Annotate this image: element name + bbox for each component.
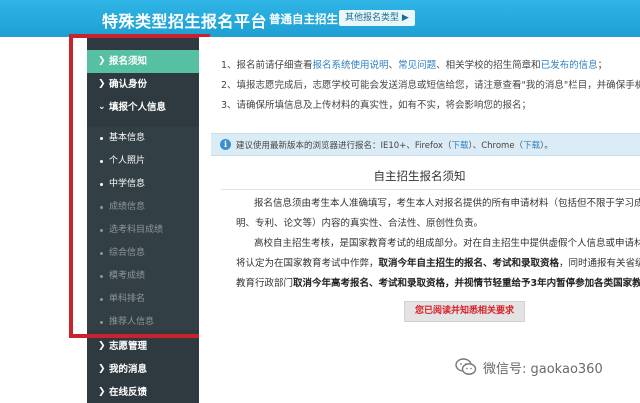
faq-link[interactable]: 常见问题 [398,60,436,71]
para-text: 教育行政部门 [236,278,294,289]
notice-line-2: 2、填报志愿完成后，志愿学校可能会发送消息或短信给您，请注意查看"我的消息"栏目… [221,80,640,91]
sidebar-item-my-messages[interactable]: ❯ 我的消息 [87,358,199,381]
paragraph-1-line-1: 报名信息须由考生本人准确填写，考生本人对报名提供的所有申请材料（包括但不限于学习… [254,198,640,209]
notice-line-3: 3、请确保所填信息及上传材料的真实性，如有不实，将会影响您的报名； [221,100,532,111]
divider [221,189,640,190]
para-bold-text: 取消今年高考报名、考试和录取资格，并视情节轻重给予3年内暂停参加各类国家教育考 [293,278,640,289]
info-icon: i [220,139,231,150]
watermark-text: 微信号: gaokao360 [483,362,603,377]
tip-text: ）。 [540,141,553,151]
notice-title: 自主招生报名须知 [373,169,466,183]
sidebar-item-preference-management[interactable]: ❯ 志愿管理 [87,335,199,358]
paragraph-2-line-1: 高校自主招生考核，是国家教育考试的组成部分。对在自主招生中提供虚假个人信息或申请… [254,238,640,249]
notice-text: 、 [388,60,399,71]
para-bold-text: 取消今年自主招生的报名、考试和录取资格 [378,258,560,269]
sidebar-item-label: 志愿管理 [109,341,148,352]
chrome-download-link[interactable]: 下载 [523,141,540,151]
tip-text: 建议使用最新版本的浏览器进行报名：IE10+、Firefox（ [236,141,452,151]
wechat-icon [455,358,477,375]
current-enrollment-type: 普通自主招生 [269,12,338,26]
chevron-right-icon: ❯ [98,364,106,374]
sidebar-item-label: 在线反馈 [109,387,148,398]
firefox-download-link[interactable]: 下载 [451,141,468,151]
published-info-link[interactable]: 已发布的信息 [541,60,598,71]
other-types-button[interactable]: 其他报名类型 ▶ [339,10,415,26]
browser-tip-bar: i 建议使用最新版本的浏览器进行报名：IE10+、Firefox（下载）、Chr… [211,133,640,156]
sidebar-item-label: 我的消息 [109,364,148,375]
paragraph-2-line-3: 教育行政部门取消今年高考报名、考试和录取资格，并视情节轻重给予3年内暂停参加各类… [236,277,640,291]
chevron-right-icon: ❯ [98,387,106,397]
para-text: 将认定为在国家教育考试中作弊， [236,258,379,269]
browser-tip-text: 建议使用最新版本的浏览器进行报名：IE10+、Firefox（下载）、Chrom… [236,139,553,151]
notice-text: 1、报名前请仔细查看 [221,60,313,71]
highlight-frame [69,34,210,338]
notice-line-1: 1、报名前请仔细查看报名系统使用说明、常见问题、相关学校的招生简章和已发布的信息… [221,59,607,73]
chevron-right-icon: ❯ [98,341,106,351]
notice-text: 、相关学校的招生简章和 [436,60,541,71]
para-text: ，同时通报有关省级招 [559,258,640,269]
main-content: 1、报名前请仔细查看报名系统使用说明、常见问题、相关学校的招生简章和已发布的信息… [199,37,640,403]
notice-text: ； [597,60,608,71]
top-header: 特殊类型招生报名平台 普通自主招生 其他报名类型 ▶ [0,0,640,37]
paragraph-2-line-2: 将认定为在国家教育考试中作弊，取消今年自主招生的报名、考试和录取资格，同时通报有… [236,257,640,271]
paragraph-1-line-2: 明、专利、论文等）内容的真实性、合法性、原创性负责。 [236,218,484,229]
platform-title: 特殊类型招生报名平台 [102,12,268,31]
usage-guide-link[interactable]: 报名系统使用说明 [313,60,389,71]
sidebar-item-online-feedback[interactable]: ❯ 在线反馈 [87,381,199,403]
tip-text: ）、Chrome（ [468,141,524,151]
agree-button[interactable]: 您已阅读并知悉相关要求 [404,301,525,322]
